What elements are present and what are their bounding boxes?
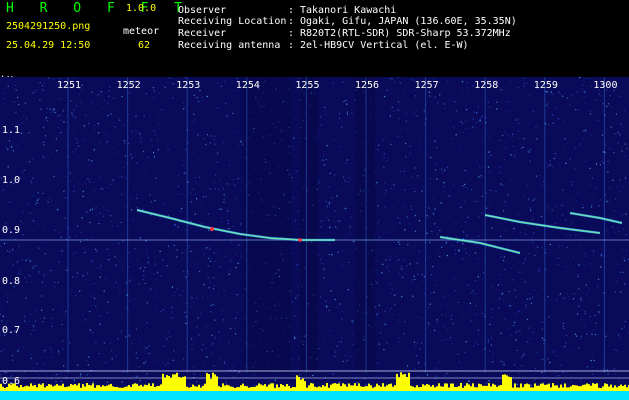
app-logo: H R O F F T (6, 1, 192, 16)
datetime: 25.04.29 12:50 (6, 40, 91, 51)
meteor-label: meteor (123, 26, 160, 37)
info-value-receiver: R820T2(RTL-SDR) SDR-Sharp 53.372MHz (300, 28, 511, 39)
y-tick-label: 0.9 (2, 225, 21, 236)
x-tick-label: 1259 (533, 80, 558, 91)
info-sep-antenna: : (288, 40, 295, 51)
y-tick-label: 1.1 (2, 125, 21, 136)
info-label-antenna: Receiving antenna (178, 40, 281, 51)
x-tick-label: 1251 (57, 80, 82, 91)
info-value-location: Ogaki, Gifu, JAPAN (136.60E, 35.35N) (300, 16, 517, 27)
file-name: 2504291250.png (6, 21, 91, 32)
y-tick-label: 0.7 (2, 325, 21, 336)
x-tick-label: 1256 (355, 80, 380, 91)
info-sep-location: : (288, 16, 295, 27)
y-tick-label: 0.8 (2, 276, 21, 287)
x-tick-label: 1252 (116, 80, 141, 91)
spectrogram (0, 77, 629, 400)
x-tick-label: 1258 (474, 80, 499, 91)
meteor-count: 62 (138, 40, 151, 51)
header-panel: H R O F F T 1.0.0 2504291250.png meteor … (0, 0, 629, 76)
x-tick-label: 1254 (235, 80, 260, 91)
y-tick-label: 1.0 (2, 175, 21, 186)
info-label-observer: Observer (178, 5, 227, 16)
info-sep-receiver: : (288, 28, 295, 39)
x-tick-label: 1255 (295, 80, 320, 91)
info-sep-observer: : (288, 5, 295, 16)
info-value-observer: Takanori Kawachi (300, 5, 397, 16)
info-label-location: Receiving Location (178, 16, 287, 27)
y-tick-label: 0.6 (2, 376, 21, 387)
info-value-antenna: 2el-HB9CV Vertical (el. E-W) (300, 40, 469, 51)
x-tick-label: 1300 (593, 80, 618, 91)
app-version: 1.0.0 (126, 3, 157, 14)
x-tick-label: 1253 (176, 80, 201, 91)
x-tick-label: 1257 (414, 80, 439, 91)
info-label-receiver: Receiver (178, 28, 227, 39)
